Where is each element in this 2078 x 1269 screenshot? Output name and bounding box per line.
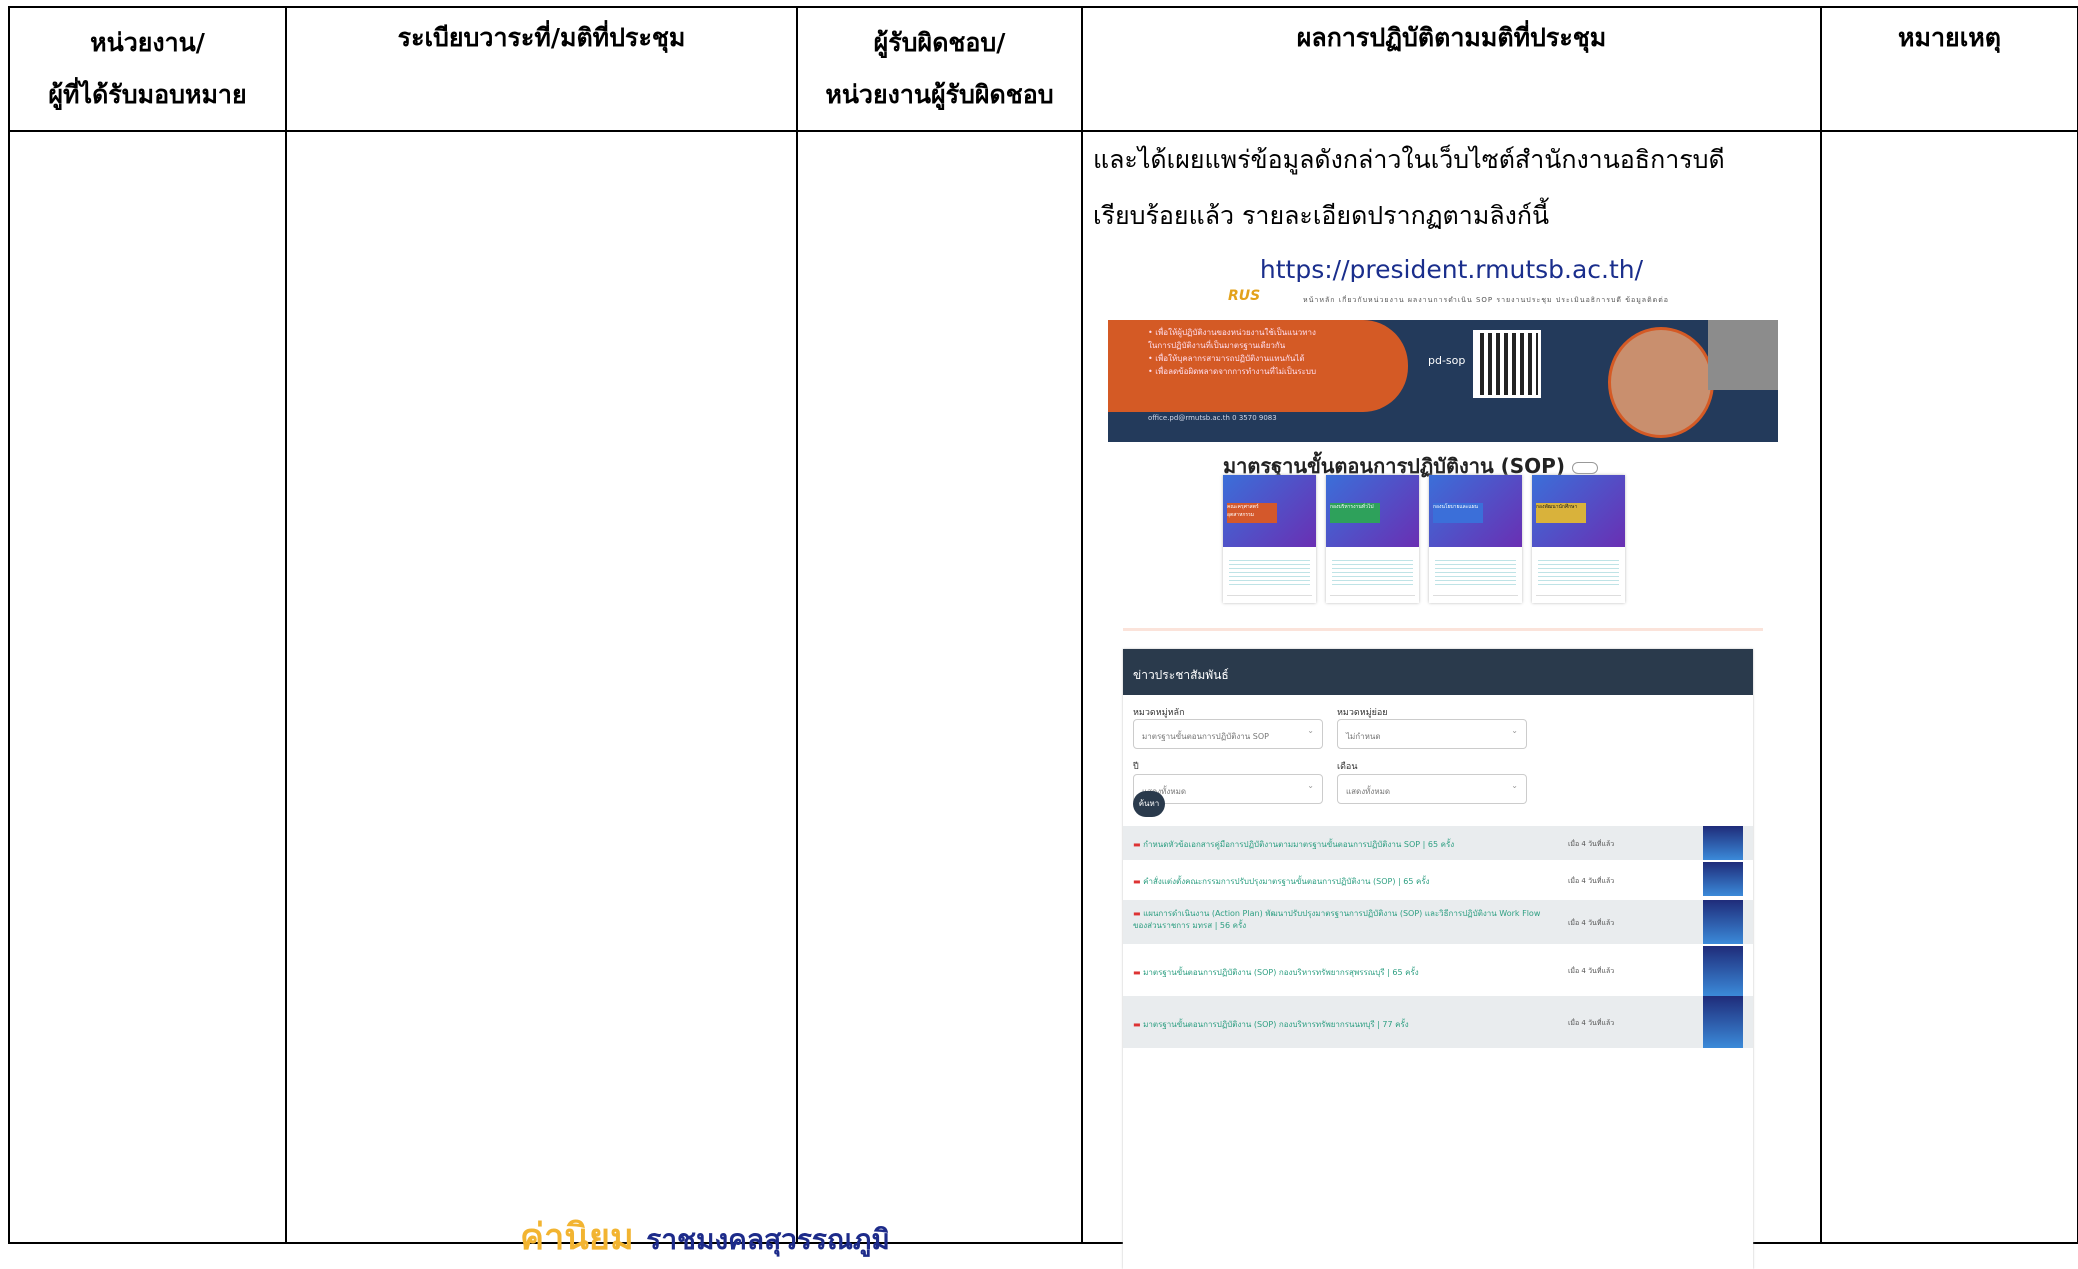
- header-unit-line2: ผู้ที่ได้รับมอบหมาย: [48, 80, 247, 109]
- news-item[interactable]: กำหนดหัวข้อเอกสารคู่มือการปฏิบัติงานตามม…: [1123, 826, 1753, 860]
- sop-card[interactable]: กองพัฒนานักศึกษา: [1532, 475, 1625, 603]
- banner-nav: RUS หน้าหลัก เกี่ยวกับหน่วยงาน ผลงานการด…: [1108, 282, 1778, 320]
- remark-cell: [1820, 130, 2078, 1244]
- result-text-line2: เรียบร้อยแล้ว รายละเอียดปรากฏตามลิงก์นี้: [1093, 201, 1550, 230]
- search-button[interactable]: ค้นหา: [1133, 791, 1165, 817]
- banner-bullet: • เพื่อลดข้อผิดพลาดจากการทำงานที่ไม่เป็น…: [1148, 367, 1317, 376]
- banner-contact: office.pd@rmutsb.ac.th 0 3570 9083: [1148, 414, 1277, 422]
- header-responsible-line2: หน่วยงานผู้รับผิดชอบ: [825, 80, 1054, 109]
- sub-category-select[interactable]: ไม่กำหนด: [1337, 719, 1527, 749]
- news-item[interactable]: แผนการดำเนินงาน (Action Plan) พัฒนาปรับป…: [1123, 900, 1753, 944]
- month-label: เดือน: [1337, 762, 1358, 772]
- values-watermark: ค่านิยม ราชมงคลสุวรรณภูมิ: [520, 1217, 890, 1258]
- result-cell: และได้เผยแพร่ข้อมูลดังกล่าวในเว็บไซต์สำน…: [1081, 130, 1822, 1269]
- main-category-select[interactable]: มาตรฐานขั้นตอนการปฏิบัติงาน SOP: [1133, 719, 1323, 749]
- header-remark: หมายเหตุ: [1820, 6, 2078, 132]
- person-photo: [1608, 327, 1714, 438]
- header-unit-line1: หน่วยงาน/: [90, 28, 205, 57]
- header-unit: หน่วยงาน/ ผู้ที่ได้รับมอบหมาย: [8, 6, 287, 132]
- agenda-cell: [285, 130, 798, 1244]
- rus-logo: RUS: [1228, 288, 1261, 304]
- sub-category-label: หมวดหมู่ย่อย: [1337, 708, 1388, 718]
- news-item[interactable]: คำสั่งแต่งตั้งคณะกรรมการปรับปรุงมาตรฐานข…: [1123, 862, 1753, 898]
- banner-bullet: ในการปฏิบัติงานที่เป็นมาตรฐานเดียวกัน: [1148, 341, 1286, 350]
- banner-menu: หน้าหลัก เกี่ยวกับหน่วยงาน ผลงานการดำเนิ…: [1303, 296, 1669, 304]
- header-responsible: ผู้รับผิดชอบ/ หน่วยงานผู้รับผิดชอบ: [796, 6, 1083, 132]
- header-responsible-line1: ผู้รับผิดชอบ/: [873, 28, 1006, 57]
- news-item[interactable]: มาตรฐานขั้นตอนการปฏิบัติงาน (SOP) กองบริ…: [1123, 946, 1753, 996]
- banner-bullets: • เพื่อให้ผู้ปฏิบัติงานของหน่วยงานใช้เป็…: [1108, 320, 1408, 412]
- result-text-line1: และได้เผยแพร่ข้อมูลดังกล่าวในเว็บไซต์สำน…: [1093, 145, 1725, 174]
- resolution-table: หน่วยงาน/ ผู้ที่ได้รับมอบหมาย ระเบียบวาร…: [8, 6, 2078, 1269]
- month-select[interactable]: แสดงทั้งหมด: [1337, 774, 1527, 804]
- sop-card[interactable]: คณะครุศาสตร์ อุตสาหกรรม: [1223, 475, 1316, 603]
- news-item[interactable]: มาตรฐานขั้นตอนการปฏิบัติงาน (SOP) กองบริ…: [1123, 996, 1753, 1048]
- banner-bullet: • เพื่อให้บุคลากรสามารถปฏิบัติงานแทนกันไ…: [1148, 354, 1305, 363]
- qr-label: pd-sop: [1428, 354, 1466, 367]
- body-row: และได้เผยแพร่ข้อมูลดังกล่าวในเว็บไซต์สำน…: [8, 130, 2078, 1269]
- news-header: ข่าวประชาสัมพันธ์: [1123, 649, 1753, 695]
- header-agenda: ระเบียบวาระที่/มติที่ประชุม: [285, 6, 798, 132]
- banner-bullet: • เพื่อให้ผู้ปฏิบัติงานของหน่วยงานใช้เป็…: [1148, 328, 1316, 337]
- main-category-label: หมวดหมู่หลัก: [1133, 708, 1185, 718]
- news-panel-screenshot: ข่าวประชาสัมพันธ์ หมวดหมู่หลัก มาตรฐานขั…: [1123, 649, 1753, 1269]
- website-banner-screenshot: RUS หน้าหลัก เกี่ยวกับหน่วยงาน ผลงานการด…: [1108, 282, 1778, 442]
- qr-code-icon: [1473, 330, 1541, 398]
- laptop-photo: [1708, 320, 1778, 390]
- year-label: ปี: [1133, 762, 1139, 772]
- unit-cell: [8, 130, 287, 1244]
- sop-card[interactable]: กองบริหารงานทั่วไป: [1326, 475, 1419, 603]
- section-divider: [1123, 628, 1763, 631]
- responsible-cell: [796, 130, 1083, 1244]
- sop-card[interactable]: กองนโยบายและแผน: [1429, 475, 1522, 603]
- header-row: หน่วยงาน/ ผู้ที่ได้รับมอบหมาย ระเบียบวาร…: [8, 6, 2078, 132]
- header-result: ผลการปฏิบัติตามมติที่ประชุม: [1081, 6, 1822, 132]
